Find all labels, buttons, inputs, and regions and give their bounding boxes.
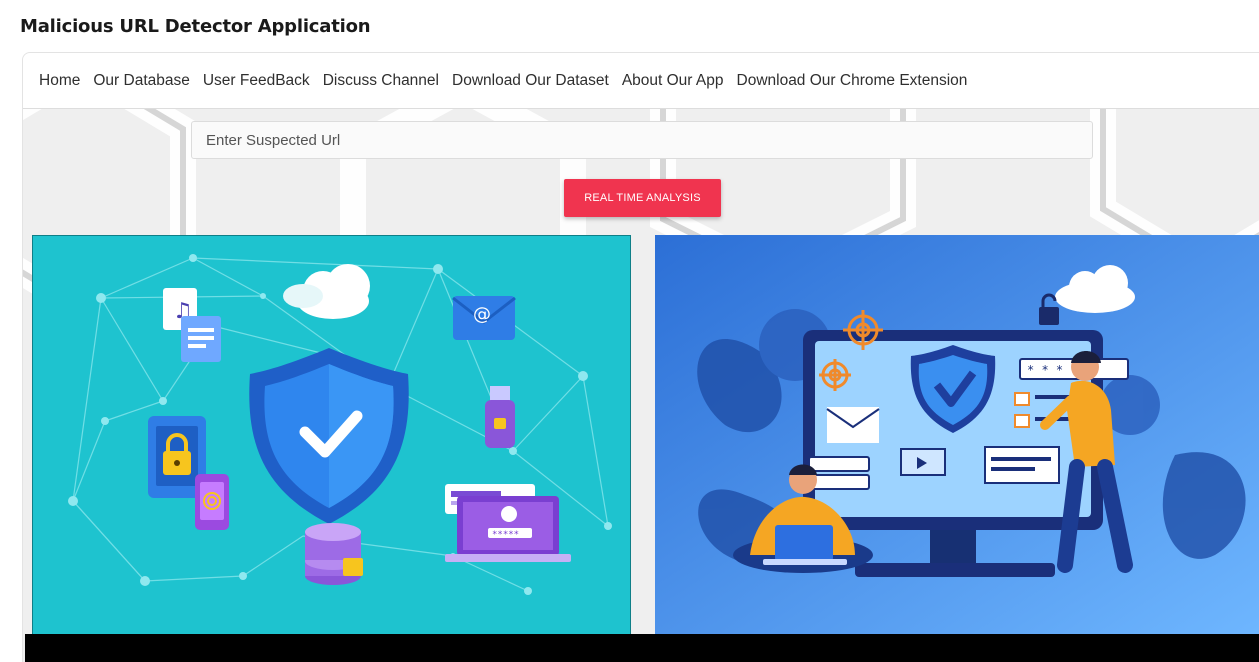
nav-about-app[interactable]: About Our App — [622, 72, 724, 90]
phone-fingerprint-icon — [195, 474, 229, 530]
security-network-illustration: ♫ @ ***** — [32, 235, 631, 635]
laptop-password-icon: ***** — [445, 484, 571, 562]
envelope-icon — [826, 407, 880, 443]
cloud-icon — [283, 264, 370, 319]
nav-download-chrome-extension[interactable]: Download Our Chrome Extension — [737, 72, 968, 90]
hero-section: REAL TIME ANALYSIS — [23, 109, 1259, 662]
app-title: Malicious URL Detector Application — [20, 16, 371, 37]
password-mask-text: * * * — [1027, 363, 1063, 377]
nav-user-feedback[interactable]: User FeedBack — [203, 72, 310, 90]
monitor-security-illustration: * * * — [655, 235, 1259, 635]
music-file-icon: ♫ — [163, 288, 221, 362]
password-mask-text: ***** — [492, 530, 519, 540]
app-frame: Home Our Database User FeedBack Discuss … — [22, 52, 1259, 662]
suspected-url-input[interactable] — [191, 121, 1093, 159]
email-icon: @ — [452, 296, 516, 340]
nav-home[interactable]: Home — [39, 72, 80, 90]
navbar: Home Our Database User FeedBack Discuss … — [23, 53, 1259, 109]
nav-discuss-channel[interactable]: Discuss Channel — [323, 72, 439, 90]
svg-text:@: @ — [473, 304, 491, 325]
nav-download-dataset[interactable]: Download Our Dataset — [452, 72, 609, 90]
nav-our-database[interactable]: Our Database — [93, 72, 190, 90]
page-footer — [25, 634, 1259, 662]
database-lock-icon — [305, 523, 363, 585]
shield-check-icon — [249, 348, 409, 524]
real-time-analysis-button[interactable]: REAL TIME ANALYSIS — [564, 179, 721, 217]
